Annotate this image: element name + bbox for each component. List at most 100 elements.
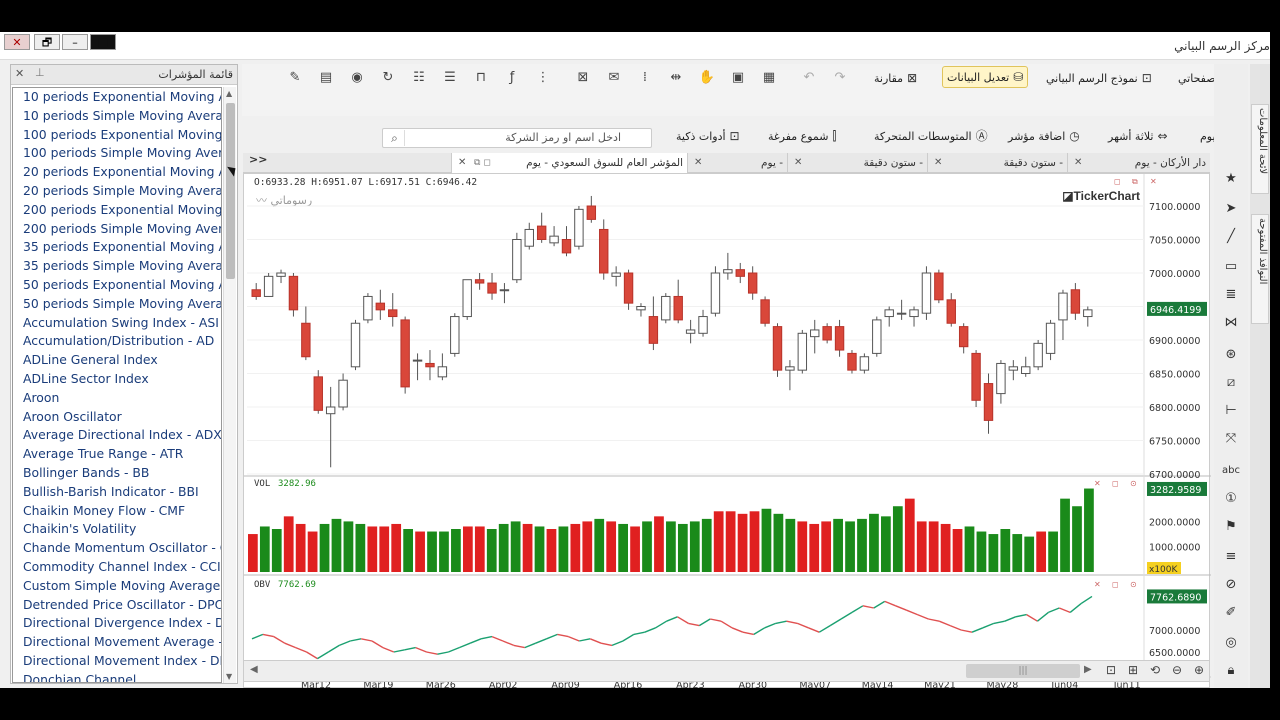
indicator-list-item[interactable]: Directional Divergence Index - DD (13, 614, 221, 633)
draw-icon[interactable]: ✎ (286, 69, 304, 87)
lock-icon[interactable]: 🔒︎ (1222, 662, 1240, 680)
measure-icon[interactable]: ⊢ (1222, 402, 1240, 420)
redo-icon[interactable]: ↷ (831, 69, 849, 87)
indicator-list-item[interactable]: 10 periods Exponential Moving Av (13, 88, 221, 107)
grid-icon[interactable]: ⁞ (636, 69, 654, 87)
chart-mini-icon[interactable]: ▣ (729, 69, 747, 87)
settings-list-icon[interactable]: ⋮ (534, 69, 552, 87)
camera-icon[interactable]: ◉ (348, 69, 366, 87)
indicator-list-item[interactable]: Chande Momentum Oscillator - CI (13, 539, 221, 558)
tab-day[interactable]: ✕ - يوم (687, 153, 787, 173)
rectangle-tool-icon[interactable]: ▭ (1222, 258, 1240, 276)
star-icon[interactable]: ★ (1222, 170, 1240, 188)
indicator-list-item[interactable]: 100 periods Exponential Moving A (13, 126, 221, 145)
hollow-candles-button[interactable]: ⫿شموع مفرغة (764, 126, 840, 146)
indicator-list-item[interactable]: Chaikin Money Flow - CMF (13, 502, 221, 521)
indicator-list-item[interactable]: 20 periods Exponential Moving Av (13, 163, 221, 182)
undo-icon[interactable]: ↶ (800, 69, 818, 87)
tab-market-index[interactable]: ✕ ◻ ⧉ المؤشر العام للسوق السعودي - يوم (451, 153, 687, 173)
indicator-list-item[interactable]: 50 periods Exponential Moving Av (13, 276, 221, 295)
tab-close-icon[interactable]: ✕ (1074, 153, 1082, 173)
indicator-list-item[interactable]: 35 periods Simple Moving Average (13, 257, 221, 276)
indicator-list-item[interactable]: Accumulation Swing Index - ASI (13, 314, 221, 333)
scroll-left-icon[interactable]: ◀ (250, 664, 258, 675)
bottom-scrollbar[interactable]: ◀ ||| ▶ ⊡ ⊞ ⟲ ⊖ ⊕ (243, 660, 1210, 682)
indicator-list-item[interactable]: ADLine General Index (13, 351, 221, 370)
compare-button[interactable]: ⊠مقارنة (870, 68, 921, 88)
indicator-list-item[interactable]: 10 periods Simple Moving Average (13, 107, 221, 126)
indicator-list-item[interactable]: Average Directional Index - ADX (13, 426, 221, 445)
hand-icon[interactable]: ✋ (698, 69, 716, 87)
tab-sixty-min-1[interactable]: ✕ - ستون دقيقة (787, 153, 927, 173)
indicator-list-item[interactable]: Accumulation/Distribution - AD (13, 332, 221, 351)
chart-template-button[interactable]: ⊡نموذج الرسم البياني (1042, 68, 1156, 88)
zoom-in-icon[interactable]: ⊕ (1194, 663, 1204, 677)
table-icon[interactable]: ☷ (410, 69, 428, 87)
indicator-list-item[interactable]: ADLine Sector Index (13, 370, 221, 389)
tab-close-icon[interactable]: ✕ (458, 153, 466, 173)
pin-icon[interactable]: ⊥ (35, 66, 45, 79)
indicator-list-item[interactable]: Detrended Price Oscillator - DPO (13, 596, 221, 615)
settings-lines-icon[interactable]: ≡ (1222, 548, 1240, 566)
indicator-list-item[interactable]: Aroon Oscillator (13, 408, 221, 427)
bars-icon[interactable]: ⊓ (472, 69, 490, 87)
flag-icon[interactable]: ⚑ (1222, 518, 1240, 536)
gann-icon[interactable]: ⊛ (1222, 346, 1240, 364)
indicator-list-item[interactable]: 200 periods Simple Moving Avera (13, 220, 221, 239)
maximize-button[interactable]: ■ (90, 34, 116, 50)
indicator-list-item[interactable]: Aroon (13, 389, 221, 408)
indicator-list-item[interactable]: Bollinger Bands - BB (13, 464, 221, 483)
chart-svg[interactable]: O:6933.28 H:6951.07 L:6917.51 C:6946.42 〰… (244, 174, 1211, 688)
indicator-list-item[interactable]: 35 periods Exponential Moving Av (13, 238, 221, 257)
search-icon[interactable]: ⌕ (385, 130, 405, 146)
zoom-area-icon[interactable]: ⊞ (1128, 663, 1138, 677)
mail-icon[interactable]: ✉ (605, 69, 623, 87)
number-tool-icon[interactable]: ① (1222, 490, 1240, 508)
zoom-reset-icon[interactable]: ⟲ (1150, 663, 1160, 677)
layout-icon[interactable]: ▤ (317, 69, 335, 87)
tab-close-icon[interactable]: ✕ (794, 153, 802, 173)
pointer-icon[interactable]: ➤ (1222, 200, 1240, 218)
scroll-down-icon[interactable]: ▼ (226, 672, 232, 681)
line-tool-icon[interactable]: ╱ (1222, 228, 1240, 246)
chart-area[interactable]: O:6933.28 H:6951.07 L:6917.51 C:6946.42 〰… (243, 173, 1211, 688)
hide-icon[interactable]: ◎ (1222, 634, 1240, 652)
text-tool-icon[interactable]: abc (1222, 462, 1240, 480)
clear-icon[interactable]: ⊘ (1222, 576, 1240, 594)
indicator-list-item[interactable]: Custom Simple Moving Average - (13, 577, 221, 596)
tab-window-icons[interactable]: ◻ ⧉ (474, 153, 491, 173)
period-three-months-button[interactable]: ⇔ثلاثة أشهر (1104, 126, 1172, 146)
close-button[interactable]: ✕ (4, 34, 30, 50)
minimize-button[interactable]: – (62, 34, 88, 50)
tab-close-icon[interactable]: ✕ (694, 153, 702, 173)
crosshair-icon[interactable]: ⤧ (1222, 430, 1240, 448)
tabs-scroll-button[interactable]: >> (249, 153, 267, 166)
scroll-thumb[interactable] (226, 103, 235, 279)
indicator-list-item[interactable]: Directional Movement Index - DM (13, 652, 221, 671)
company-search-input[interactable]: ⌕ ادخل اسم او رمز الشركة (382, 128, 652, 148)
side-tab-open-windows[interactable]: النوافذ المفتوحة (1251, 214, 1269, 324)
tab-close-icon[interactable]: ✕ (934, 153, 942, 173)
scroll-thumb-horizontal[interactable]: ||| (966, 664, 1080, 678)
refresh-icon[interactable]: ↻ (379, 69, 397, 87)
indicator-list-item[interactable]: Average True Range - ATR (13, 445, 221, 464)
list-icon[interactable]: ☰ (441, 69, 459, 87)
alert-icon[interactable]: ⊠ (574, 69, 592, 87)
indicator-list-item[interactable]: Chaikin's Volatility (13, 520, 221, 539)
indicator-list-item[interactable]: 20 periods Simple Moving Average (13, 182, 221, 201)
smart-tools-button[interactable]: ⊡أدوات ذكية (672, 126, 744, 146)
indicator-list-item[interactable]: 100 periods Simple Moving Avera (13, 144, 221, 163)
indicator-list-item[interactable]: 50 periods Simple Moving Average (13, 295, 221, 314)
indicators-list[interactable]: 10 periods Exponential Moving Av 10 perio… (12, 87, 222, 683)
add-indicator-button[interactable]: ◷اضافة مؤشر (1004, 126, 1084, 146)
zoom-out-icon[interactable]: ⊖ (1172, 663, 1182, 677)
eraser-icon[interactable]: ✐ (1222, 604, 1240, 622)
close-icon[interactable]: ✕ (15, 67, 24, 80)
zoom-range-icon[interactable]: ⇹ (667, 69, 685, 87)
indicator-list-item[interactable]: Donchian Channel (13, 671, 221, 682)
indicator-list-item[interactable]: 200 periods Exponential Moving A (13, 201, 221, 220)
tab-sixty-min-2[interactable]: ✕ - ستون دقيقة (927, 153, 1067, 173)
moving-averages-button[interactable]: Ⓐالمتوسطات المتحركة (870, 126, 992, 146)
function-icon[interactable]: ƒ (503, 69, 521, 87)
indicator-list-item[interactable]: Bullish-Barish Indicator - BBI (13, 483, 221, 502)
